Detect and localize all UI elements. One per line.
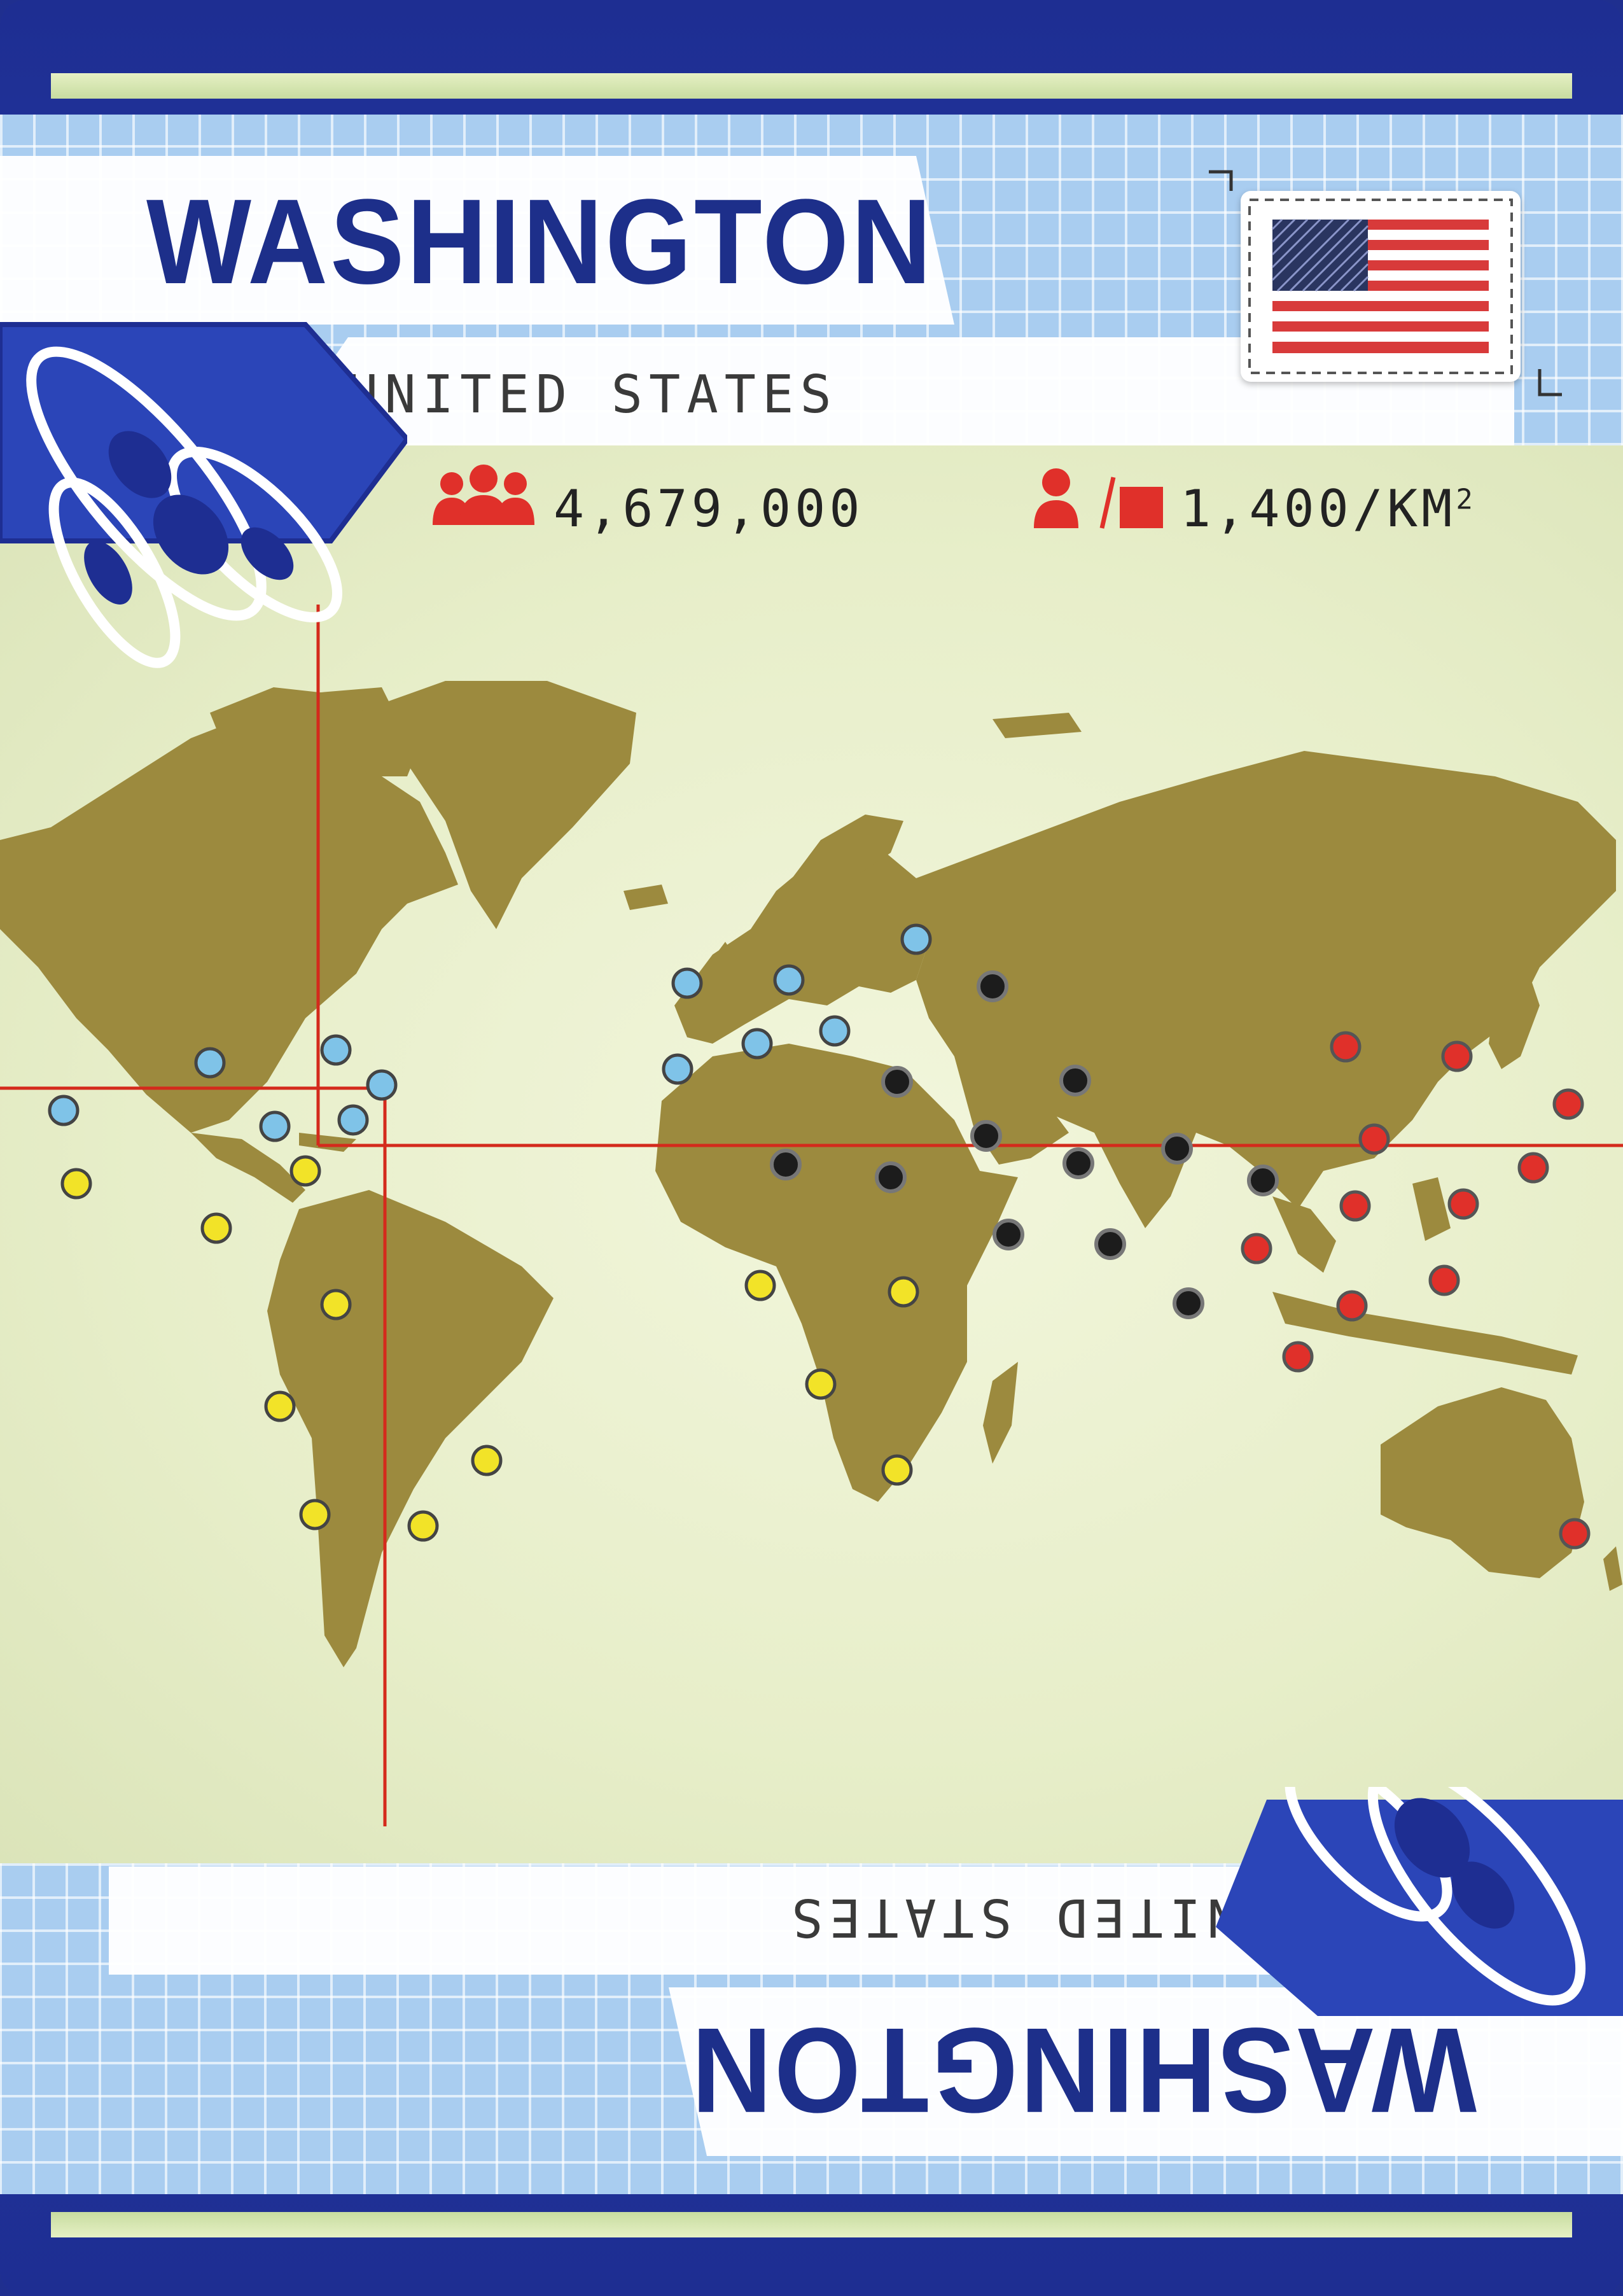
city-marker xyxy=(900,923,932,955)
city-marker xyxy=(741,1028,773,1060)
city-marker xyxy=(471,1445,503,1476)
city-marker xyxy=(1094,1228,1126,1260)
city-marker xyxy=(1336,1290,1368,1322)
landmass-caribbean xyxy=(299,1133,356,1152)
city-marker xyxy=(200,1212,232,1244)
city-marker xyxy=(320,1289,352,1320)
landmass-philippines xyxy=(1412,1177,1451,1241)
city-marker xyxy=(1441,1040,1473,1072)
city-marker xyxy=(1517,1152,1549,1184)
city-marker xyxy=(993,1219,1024,1250)
city-marker xyxy=(1173,1287,1204,1319)
landmass-south-america xyxy=(267,1190,554,1667)
bottom-country-label: UNITED STATES xyxy=(785,1887,1276,1947)
city-marker xyxy=(1330,1031,1362,1063)
city-marker xyxy=(881,1066,913,1098)
city-marker xyxy=(289,1155,321,1187)
top-trim xyxy=(51,73,1572,99)
city-marker xyxy=(1241,1233,1272,1264)
landmass-madagascar xyxy=(983,1362,1018,1464)
city-marker xyxy=(1062,1147,1094,1179)
city-marker xyxy=(875,1161,907,1193)
landmass-russia-islands xyxy=(993,713,1082,738)
bottom-mirror: WASHINGTON UNITED STATES xyxy=(0,1787,1623,2296)
city-marker xyxy=(977,970,1008,1002)
city-marker xyxy=(773,964,805,996)
landmass-southeast-asia xyxy=(1272,1196,1336,1273)
city-marker xyxy=(299,1499,331,1530)
city-marker xyxy=(407,1510,439,1542)
city-marker xyxy=(1447,1188,1479,1220)
city-marker xyxy=(337,1104,369,1136)
city-marker xyxy=(1552,1088,1584,1120)
city-marker xyxy=(366,1069,398,1101)
city-marker xyxy=(48,1095,80,1126)
bottom-disease-logo-icon xyxy=(1216,1787,1623,2016)
city-marker xyxy=(1161,1133,1193,1165)
landmass-new-zealand xyxy=(1603,1546,1622,1591)
city-marker xyxy=(819,1015,851,1047)
city-marker xyxy=(881,1454,913,1486)
landmass-central-america xyxy=(191,1133,305,1203)
landmass-indonesia xyxy=(1272,1292,1578,1375)
city-marker xyxy=(671,967,703,999)
flag-icon xyxy=(1248,199,1513,374)
city-marker xyxy=(744,1270,776,1301)
city-marker xyxy=(1247,1165,1279,1196)
city-marker xyxy=(1282,1341,1314,1373)
city-marker xyxy=(1428,1264,1460,1296)
city-marker xyxy=(1059,1065,1091,1096)
city-marker xyxy=(259,1110,291,1142)
city-marker xyxy=(805,1368,837,1400)
city-marker xyxy=(970,1120,1002,1152)
landmass-africa xyxy=(655,1044,1018,1502)
city-marker xyxy=(1358,1123,1390,1155)
city-marker xyxy=(60,1168,92,1200)
city-card: WASHINGTON UNITED STATES 4,679,000 1,400… xyxy=(0,0,1623,2296)
flag-frame xyxy=(1241,191,1521,382)
city-marker xyxy=(770,1149,802,1180)
bottom-trim xyxy=(51,2212,1572,2237)
city-marker xyxy=(194,1047,226,1079)
city-marker xyxy=(662,1053,693,1085)
city-marker xyxy=(888,1276,919,1308)
city-marker xyxy=(264,1390,296,1422)
city-title: WASHINGTON xyxy=(146,174,934,309)
country-label: UNITED STATES xyxy=(347,365,838,425)
city-marker xyxy=(1339,1190,1371,1222)
disease-logo-icon xyxy=(0,322,407,668)
landmass-iceland xyxy=(623,885,668,910)
city-marker xyxy=(1559,1518,1591,1550)
landmass-australia xyxy=(1381,1387,1584,1578)
city-marker xyxy=(320,1034,352,1066)
